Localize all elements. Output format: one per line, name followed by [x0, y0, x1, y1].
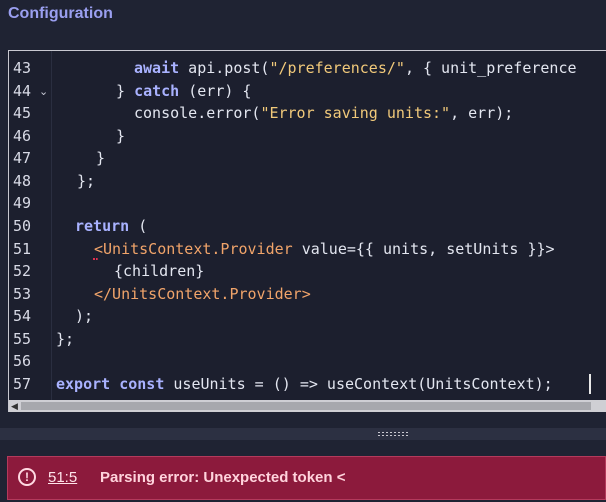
panel-title: Configuration [8, 5, 113, 22]
error-banner: ! 51:5 Parsing error: Unexpected token < [7, 456, 606, 500]
drag-handle-icon[interactable] [377, 431, 409, 437]
code-token: useUnits = () => useContext(UnitsContext… [164, 375, 553, 393]
code-token: } [116, 82, 135, 100]
code-line-50: return ( [75, 215, 147, 237]
code-token: value={{ units, setUnits }}> [292, 240, 555, 258]
code-token: "Error saving units:" [260, 104, 451, 122]
line-number-gutter: 43 44 ⌄ 45 46 47 48 49 50 51 52 53 54 55… [9, 51, 52, 400]
code-content[interactable]: await api.post("/preferences/", { unit_p… [56, 51, 606, 400]
code-token: return [75, 217, 130, 235]
scroll-left-icon[interactable]: ◀ [11, 400, 18, 412]
code-token: "/preferences/" [269, 59, 405, 77]
code-line-47: } [96, 149, 106, 167]
code-line-57: export const useUnits = () => useContext… [56, 373, 553, 395]
code-line-46: } [116, 127, 126, 145]
code-line-51: <UnitsContext.Provider value={{ units, s… [94, 238, 555, 260]
line-number: 46 [13, 127, 32, 145]
line-number: 44 [13, 82, 32, 100]
horizontal-scrollbar[interactable]: ◀ [9, 400, 606, 412]
error-location-link[interactable]: 51:5 [48, 469, 77, 486]
code-line-55: }; [56, 330, 75, 348]
code-line-48: }; [77, 172, 96, 190]
code-token: catch [134, 82, 180, 100]
line-number: 52 [13, 262, 32, 280]
scrollbar-thumb[interactable] [21, 402, 591, 410]
code-line-43: await api.post("/preferences/", { unit_p… [134, 57, 577, 79]
code-token: </UnitsContext.Provider> [94, 285, 311, 303]
code-line-45: console.error("Error saving units:", err… [134, 102, 513, 124]
fold-chevron-icon[interactable]: ⌄ [39, 85, 48, 98]
text-cursor [589, 374, 591, 394]
code-token: await [134, 59, 180, 77]
line-number: 56 [13, 352, 32, 370]
line-number: 54 [13, 307, 32, 325]
code-editor[interactable]: 43 44 ⌄ 45 46 47 48 49 50 51 52 53 54 55… [8, 50, 606, 412]
line-number: 50 [13, 217, 32, 235]
error-message: Parsing error: Unexpected token < [100, 469, 346, 486]
code-token: api.post( [179, 59, 270, 77]
error-icon: ! [18, 468, 36, 486]
code-line-54: ); [75, 307, 94, 325]
code-line-44: } catch (err) { [116, 80, 251, 102]
line-number: 45 [13, 104, 32, 122]
line-number: 53 [13, 285, 32, 303]
line-number: 57 [13, 375, 32, 393]
code-token: <UnitsContext.Provider [94, 240, 293, 258]
code-line-53: </UnitsContext.Provider> [94, 283, 311, 305]
code-token: export [56, 375, 111, 393]
code-token: const [119, 375, 165, 393]
line-number: 48 [13, 172, 32, 190]
line-number: 49 [13, 194, 32, 212]
line-number: 47 [13, 149, 32, 167]
code-token: ( [129, 217, 148, 235]
code-token: , { unit_preference [404, 59, 577, 77]
code-token: , err); [450, 104, 514, 122]
code-line-52: {children} [114, 262, 205, 280]
code-token: (err) { [179, 82, 252, 100]
line-number: 55 [13, 330, 32, 348]
error-squiggle [93, 258, 98, 263]
line-number: 43 [13, 59, 32, 77]
panel-header: Configuration [0, 0, 606, 40]
resize-divider[interactable] [0, 428, 606, 440]
line-number: 51 [13, 240, 32, 258]
code-token: console.error( [134, 104, 261, 122]
